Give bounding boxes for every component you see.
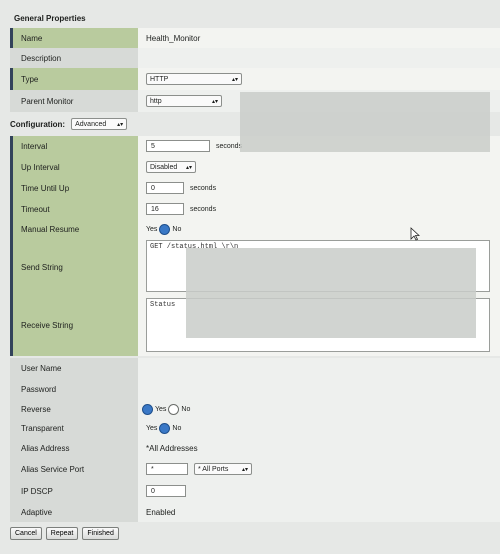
select-arrows-icon: ▴▾	[185, 164, 192, 171]
description-row: Description	[10, 48, 500, 68]
alias-address-value[interactable]: *All Addresses	[146, 444, 198, 453]
alias-service-port-input[interactable]: *	[146, 463, 188, 475]
ip-dscp-label: IP DSCP	[10, 480, 138, 502]
up-interval-label: Up Interval	[10, 156, 138, 178]
alias-service-port-row: Alias Service Port * * All Ports ▴▾	[10, 458, 500, 480]
ip-dscp-input[interactable]: 0	[146, 485, 186, 497]
repeat-button[interactable]: Repeat	[45, 527, 79, 540]
timeout-cell: 16 seconds	[138, 198, 500, 220]
cancel-button[interactable]: Cancel	[10, 527, 42, 540]
adaptive-label: Adaptive	[10, 502, 138, 522]
send-string-label: Send String	[10, 238, 138, 296]
configuration-header: Configuration: Advanced ▴▾	[10, 118, 128, 130]
password-row: Password	[10, 378, 500, 400]
time-until-up-cell: 0 seconds	[138, 178, 500, 198]
parent-monitor-select-value: http	[150, 97, 162, 105]
configuration-mode-value: Advanced	[75, 120, 107, 128]
name-value: Health_Monitor	[146, 33, 201, 43]
user-name-label: User Name	[10, 358, 138, 378]
type-select[interactable]: HTTP ▴▾	[146, 73, 242, 85]
select-arrows-icon: ▴▾	[117, 121, 124, 128]
type-select-value: HTTP	[150, 75, 169, 83]
timeout-input[interactable]: 16	[146, 203, 184, 215]
type-cell: HTTP ▴▾	[138, 68, 500, 90]
reverse-yes-radio[interactable]	[142, 403, 153, 415]
time-until-up-unit: seconds	[190, 184, 217, 192]
ip-dscp-row: IP DSCP 0	[10, 480, 500, 502]
user-name-row: User Name	[10, 358, 500, 378]
obscured-region	[186, 248, 476, 338]
transparent-yes-label: Yes	[146, 424, 158, 432]
parent-monitor-label: Parent Monitor	[10, 90, 138, 112]
type-row: Type HTTP ▴▾	[10, 68, 500, 90]
transparent-no-label: No	[172, 424, 182, 432]
alias-address-cell: *All Addresses	[138, 438, 500, 458]
alias-service-port-cell: * * All Ports ▴▾	[138, 458, 500, 480]
timeout-unit: seconds	[190, 205, 217, 213]
configuration-title: Configuration:	[10, 119, 66, 129]
up-interval-row: Up Interval Disabled ▴▾	[10, 156, 500, 178]
interval-unit: seconds	[216, 142, 243, 150]
obscured-region	[240, 92, 490, 152]
mouse-cursor-icon	[410, 227, 420, 241]
ip-dscp-cell: 0	[138, 480, 500, 502]
name-cell: Health_Monitor	[138, 28, 500, 48]
time-until-up-label: Time Until Up	[10, 178, 138, 198]
up-interval-select-value: Disabled	[150, 163, 178, 171]
password-label: Password	[10, 378, 138, 400]
time-until-up-row: Time Until Up 0 seconds	[10, 178, 500, 198]
description-label: Description	[10, 48, 138, 68]
transparent-cell: Yes No	[138, 418, 500, 438]
manual-resume-row: Manual Resume Yes No	[10, 220, 500, 238]
reverse-no-radio[interactable]	[168, 403, 180, 415]
alias-service-port-select[interactable]: * All Ports ▴▾	[194, 463, 252, 475]
transparent-no-radio[interactable]	[159, 422, 171, 434]
reverse-yes-label: Yes	[155, 405, 167, 413]
button-bar: Cancel Repeat Finished	[10, 527, 119, 540]
type-label: Type	[10, 68, 138, 90]
transparent-label: Transparent	[10, 418, 138, 438]
alias-address-label: Alias Address	[10, 438, 138, 458]
select-arrows-icon: ▴▾	[241, 466, 248, 473]
monitor-properties-page: General Properties Name Health_Monitor D…	[0, 0, 500, 554]
name-label: Name	[10, 28, 138, 48]
time-until-up-input[interactable]: 0	[146, 182, 184, 194]
name-row: Name Health_Monitor	[10, 28, 500, 48]
alias-address-row: Alias Address *All Addresses	[10, 438, 500, 458]
reverse-cell: Yes No	[138, 400, 500, 418]
alias-service-port-label: Alias Service Port	[10, 458, 138, 480]
configuration-mode-select[interactable]: Advanced ▴▾	[71, 118, 128, 130]
manual-resume-yes-radio[interactable]	[159, 223, 171, 235]
manual-resume-label: Manual Resume	[10, 220, 138, 238]
interval-input[interactable]: 5	[146, 140, 210, 152]
password-cell[interactable]	[138, 378, 500, 400]
general-properties-title: General Properties	[14, 14, 86, 23]
timeout-row: Timeout 16 seconds	[10, 198, 500, 220]
adaptive-value[interactable]: Enabled	[146, 508, 175, 517]
manual-resume-no-label: No	[172, 225, 182, 233]
reverse-row: Reverse Yes No	[10, 400, 500, 418]
user-name-cell[interactable]	[138, 358, 500, 378]
reverse-label: Reverse	[10, 400, 138, 418]
select-arrows-icon: ▴▾	[231, 76, 238, 83]
alias-service-port-select-value: * All Ports	[198, 465, 229, 473]
adaptive-cell: Enabled	[138, 502, 500, 522]
manual-resume-cell: Yes No	[138, 220, 500, 238]
reverse-no-label: No	[181, 405, 191, 413]
adaptive-row: Adaptive Enabled	[10, 502, 500, 522]
timeout-label: Timeout	[10, 198, 138, 220]
up-interval-select[interactable]: Disabled ▴▾	[146, 161, 196, 173]
parent-monitor-select[interactable]: http ▴▾	[146, 95, 222, 107]
description-cell[interactable]	[138, 48, 500, 68]
transparent-row: Transparent Yes No	[10, 418, 500, 438]
finished-button[interactable]: Finished	[82, 527, 119, 540]
receive-string-label: Receive String	[10, 296, 138, 356]
up-interval-cell: Disabled ▴▾	[138, 156, 500, 178]
interval-label: Interval	[10, 136, 138, 156]
manual-resume-yes-label: Yes	[146, 225, 158, 233]
select-arrows-icon: ▴▾	[211, 98, 218, 105]
